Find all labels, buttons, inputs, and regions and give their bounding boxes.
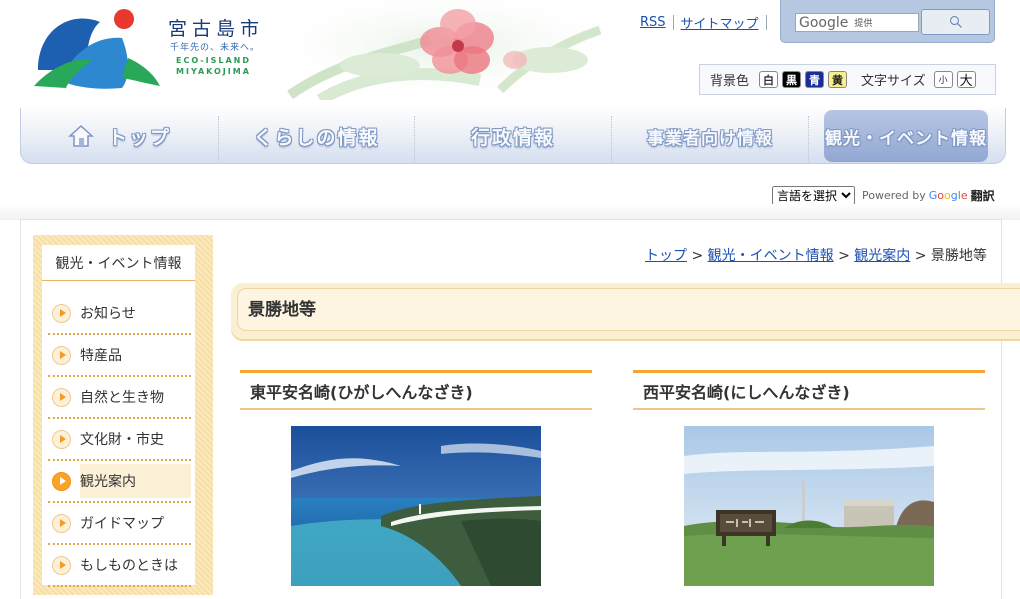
- side-menu: 観光・イベント情報 お知らせ 特産品 自然と生き物 文化財・市史 観光案内 ガイ…: [33, 235, 213, 595]
- side-item-specialties[interactable]: 特産品: [48, 335, 191, 377]
- spot-heading-nishi: 西平安名崎(にしへんなざき): [633, 370, 985, 410]
- nav-top[interactable]: トップ: [21, 110, 218, 162]
- side-menu-title: 観光・イベント情報: [42, 245, 195, 281]
- breadcrumb-tourism-link[interactable]: 観光・イベント情報: [708, 248, 834, 264]
- side-item-label: 文化財・市史: [80, 432, 164, 448]
- hibiscus-banner-image: [280, 0, 610, 100]
- arrow-icon: [52, 513, 71, 533]
- side-item-label: お知らせ: [80, 306, 136, 322]
- spot-heading-higashi: 東平安名崎(ひがしへんなざき): [240, 370, 592, 410]
- google-wordmark: Google: [928, 189, 968, 202]
- nav-living[interactable]: くらしの情報: [219, 110, 414, 162]
- logo-miyakojima-text: MIYAKOJIMA: [176, 67, 251, 76]
- side-menu-panel: 観光・イベント情報 お知らせ 特産品 自然と生き物 文化財・市史 観光案内 ガイ…: [42, 245, 195, 587]
- nishi-hennazaki-photo[interactable]: [684, 426, 934, 586]
- language-select[interactable]: 言語を選択: [772, 186, 855, 205]
- translate-link[interactable]: 翻訳: [971, 187, 995, 204]
- side-item-heritage[interactable]: 文化財・市史: [48, 419, 191, 461]
- bg-blue-button[interactable]: 青: [805, 71, 825, 88]
- nav-top-label: トップ: [107, 126, 171, 149]
- bg-black-button[interactable]: 黒: [782, 71, 802, 88]
- nav-divider: [808, 116, 809, 162]
- side-item-nature[interactable]: 自然と生き物: [48, 377, 191, 419]
- global-nav: トップ くらしの情報 行政情報 事業者向け情報 観光・イベント情報: [20, 108, 1006, 164]
- google-logo-text: Google: [799, 14, 849, 31]
- side-item-emergency[interactable]: もしものときは: [48, 545, 191, 587]
- side-item-label: 自然と生き物: [80, 390, 164, 406]
- breadcrumb-top-link[interactable]: トップ: [645, 248, 687, 264]
- city-name: 宮古島市: [168, 18, 265, 40]
- side-item-label: ガイドマップ: [80, 516, 164, 532]
- logo-tagline: 千年先の、未来へ。: [170, 43, 261, 53]
- nav-business[interactable]: 事業者向け情報: [612, 110, 808, 162]
- side-item-label: 特産品: [80, 348, 122, 364]
- side-item-label: もしものときは: [80, 558, 178, 574]
- arrow-icon: [52, 303, 71, 323]
- bg-yellow-button[interactable]: 黄: [828, 71, 848, 88]
- arrow-icon: [52, 387, 71, 407]
- font-large-button[interactable]: 大: [956, 71, 976, 89]
- search-box: Google 提供: [780, 0, 995, 43]
- page-title: 景勝地等: [248, 300, 316, 320]
- home-icon: [68, 124, 94, 147]
- utility-links: RSS サイトマップ: [640, 13, 774, 32]
- sitemap-link[interactable]: サイトマップ: [681, 13, 759, 32]
- content-top-shadow: [0, 204, 1020, 220]
- nav-tourism[interactable]: 観光・イベント情報: [824, 110, 988, 162]
- breadcrumb-guide-link[interactable]: 観光案内: [854, 248, 910, 264]
- arrow-icon: [52, 555, 71, 575]
- translate-widget: 言語を選択 Powered by Google 翻訳: [772, 186, 995, 205]
- search-icon: [949, 15, 962, 29]
- higashi-hennazaki-photo[interactable]: [291, 426, 541, 586]
- side-item-sightseeing[interactable]: 観光案内: [48, 461, 191, 503]
- search-button[interactable]: [921, 9, 990, 35]
- breadcrumb-separator: >: [914, 248, 931, 264]
- arrow-icon: [52, 429, 71, 449]
- breadcrumb-current: 景勝地等: [930, 248, 987, 264]
- divider: [765, 15, 767, 30]
- side-item-label: 観光案内: [80, 474, 136, 490]
- arrow-icon: [52, 471, 71, 491]
- search-provided-label: 提供: [854, 19, 873, 29]
- logo-eco-text: ECO-ISLAND: [176, 56, 251, 65]
- font-size-label: 文字サイズ: [861, 74, 926, 89]
- side-item-guidemap[interactable]: ガイドマップ: [48, 503, 191, 545]
- powered-by-label: Powered by: [862, 189, 926, 202]
- display-preferences: 背景色 白 黒 青 黄 文字サイズ 小 大: [699, 64, 996, 95]
- breadcrumb-separator: >: [691, 248, 708, 264]
- city-logo-mark[interactable]: [30, 8, 162, 90]
- breadcrumb-separator: >: [838, 248, 855, 264]
- nav-admin[interactable]: 行政情報: [415, 110, 611, 162]
- bg-color-label: 背景色: [710, 74, 750, 89]
- divider: [672, 15, 674, 30]
- bg-white-button[interactable]: 白: [759, 71, 779, 88]
- page-title-box: 景勝地等: [231, 283, 1020, 339]
- rss-link[interactable]: RSS: [640, 15, 666, 30]
- search-input[interactable]: Google 提供: [795, 13, 919, 32]
- font-small-button[interactable]: 小: [933, 71, 953, 88]
- arrow-icon: [52, 345, 71, 365]
- side-item-news[interactable]: お知らせ: [48, 293, 191, 335]
- breadcrumb: トップ > 観光・イベント情報 > 観光案内 > 景勝地等: [645, 245, 987, 265]
- page-title-inner: [237, 288, 1020, 331]
